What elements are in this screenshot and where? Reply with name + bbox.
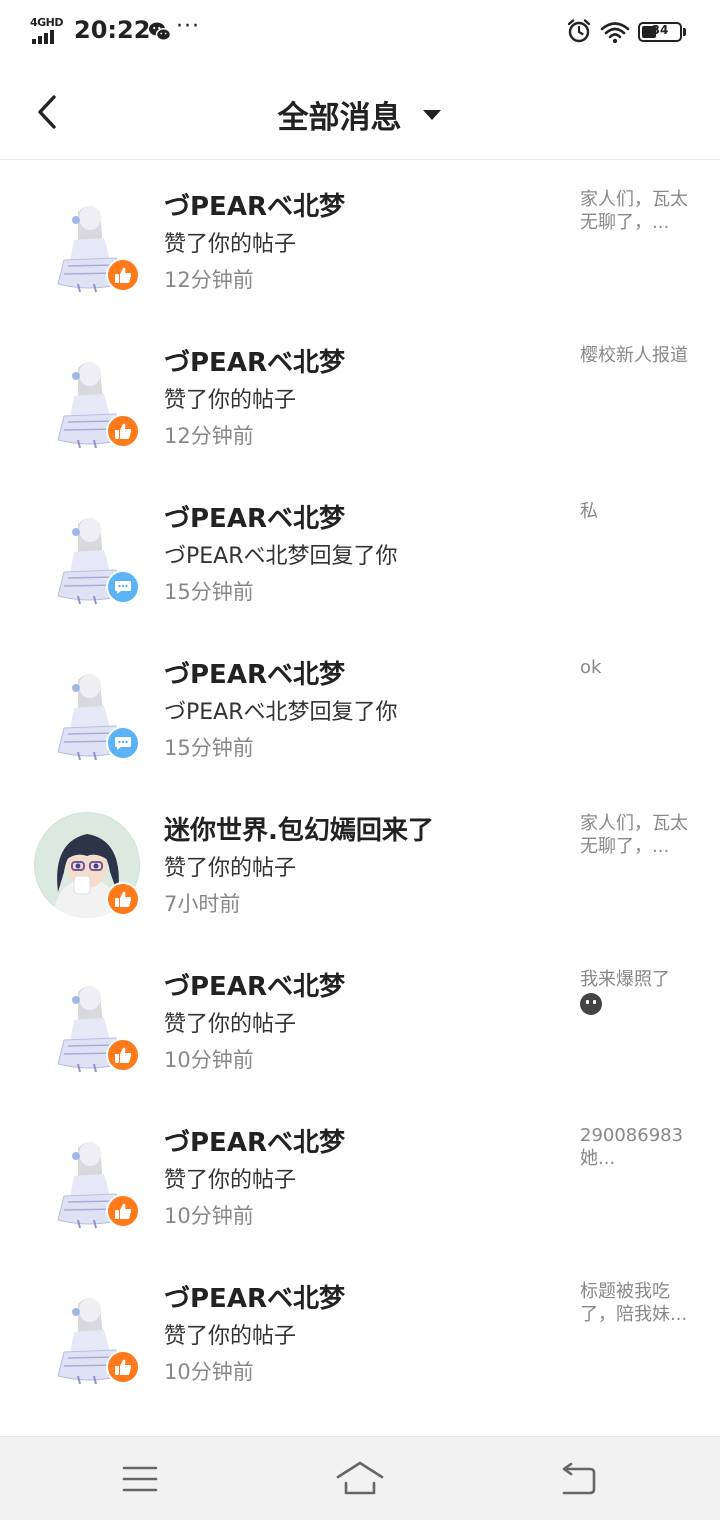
user-name[interactable]: づPEARベ北梦 <box>164 1278 345 1315</box>
like-badge-icon <box>106 414 140 448</box>
user-name[interactable]: 迷你世界.包幻嫣回来了 <box>164 810 434 847</box>
post-preview[interactable]: 290086983她... <box>580 1124 688 1170</box>
message-list: づPEARベ北梦 赞了你的帖子 12分钟前 家人们，瓦太无聊了，... づPEARベ北梦… <box>0 160 720 1408</box>
post-preview[interactable]: ok <box>580 656 688 679</box>
message-row[interactable]: づPEARベ北梦赞了你的帖子 10分钟前 290086983她... <box>0 1096 720 1252</box>
status-time: 20:22 <box>74 16 151 44</box>
message-filter-dropdown[interactable]: 全部消息 <box>0 92 720 137</box>
user-name[interactable]: づPEARベ北梦 <box>164 1122 345 1159</box>
message-row[interactable]: づPEARベ北梦づPEARベ北梦回复了你 15分钟前 ok <box>0 628 720 784</box>
message-action: 赞了你的帖子 <box>164 1324 297 1349</box>
message-time: 15分钟前 <box>164 736 254 760</box>
message-time: 10分钟前 <box>164 1204 254 1228</box>
message-row[interactable]: づPEARベ北梦赞了你的帖子 12分钟前 家人们，瓦太无聊了，... <box>0 160 720 316</box>
menu-icon[interactable] <box>122 1463 158 1495</box>
post-preview-text: 私 <box>580 501 598 522</box>
like-badge-icon <box>106 882 140 916</box>
comment-badge-icon <box>106 726 140 760</box>
message-time: 7小时前 <box>164 892 241 916</box>
more-notifications-icon: ··· <box>176 14 200 39</box>
battery-icon: 34 <box>638 22 686 42</box>
caret-down-icon <box>422 109 441 120</box>
home-icon[interactable] <box>334 1457 386 1501</box>
battery-level: 34 <box>651 23 669 37</box>
back-icon[interactable] <box>558 1461 598 1497</box>
post-preview[interactable]: 标题被我吃了，陪我妹... <box>580 1280 688 1326</box>
system-navigation-bar <box>0 1436 720 1520</box>
post-preview-text: ok <box>580 657 602 678</box>
message-action: づPEARベ北梦回复了你 <box>164 700 398 725</box>
message-action: 赞了你的帖子 <box>164 1012 297 1037</box>
signal-icon: 4GHD <box>30 16 66 44</box>
post-preview[interactable]: 家人们，瓦太无聊了，... <box>580 188 688 234</box>
message-action: づPEARベ北梦回复了你 <box>164 544 398 569</box>
message-time: 10分钟前 <box>164 1360 254 1384</box>
post-preview-text: 家人们，瓦太无聊了，... <box>580 813 688 857</box>
top-app-bar: 全部消息 <box>0 64 720 160</box>
user-name[interactable]: づPEARベ北梦 <box>164 498 345 535</box>
like-badge-icon <box>106 1350 140 1384</box>
message-row[interactable]: 迷你世界.包幻嫣回来了赞了你的帖子 7小时前 家人们，瓦太无聊了，... <box>0 784 720 940</box>
message-row[interactable]: づPEARベ北梦赞了你的帖子 12分钟前 樱校新人报道 <box>0 316 720 472</box>
post-preview-text: 标题被我吃了，陪我妹... <box>580 1281 688 1325</box>
post-preview-text: 家人们，瓦太无聊了，... <box>580 189 688 233</box>
message-row[interactable]: づPEARベ北梦づPEARベ北梦回复了你 15分钟前 私 <box>0 472 720 628</box>
message-row[interactable]: づPEARベ北梦赞了你的帖子 10分钟前 标题被我吃了，陪我妹... <box>0 1252 720 1408</box>
message-action: 赞了你的帖子 <box>164 388 297 413</box>
user-name[interactable]: づPEARベ北梦 <box>164 342 345 379</box>
post-preview-text: 樱校新人报道 <box>580 345 688 366</box>
message-action: 赞了你的帖子 <box>164 232 297 257</box>
user-name[interactable]: づPEARベ北梦 <box>164 966 345 1003</box>
post-preview[interactable]: 樱校新人报道 <box>580 344 688 367</box>
message-time: 10分钟前 <box>164 1048 254 1072</box>
post-preview[interactable]: 私 <box>580 500 688 523</box>
post-preview-text: 我来爆照了 <box>580 969 670 990</box>
message-time: 15分钟前 <box>164 580 254 604</box>
post-preview[interactable]: 我来爆照了 <box>580 968 688 1015</box>
message-time: 12分钟前 <box>164 268 254 292</box>
user-name[interactable]: づPEARベ北梦 <box>164 186 345 223</box>
message-time: 12分钟前 <box>164 424 254 448</box>
like-badge-icon <box>106 1194 140 1228</box>
message-row[interactable]: づPEARベ北梦赞了你的帖子 10分钟前 我来爆照了 <box>0 940 720 1096</box>
status-bar: 4GHD 20:22 ··· 34 <box>0 0 720 64</box>
page-title: 全部消息 <box>277 100 402 136</box>
message-action: 赞了你的帖子 <box>164 1168 297 1193</box>
emoji-icon <box>580 993 602 1015</box>
user-name[interactable]: づPEARベ北梦 <box>164 654 345 691</box>
comment-badge-icon <box>106 570 140 604</box>
message-action: 赞了你的帖子 <box>164 856 297 881</box>
like-badge-icon <box>106 258 140 292</box>
wechat-icon <box>149 22 172 42</box>
like-badge-icon <box>106 1038 140 1072</box>
network-type: 4GHD <box>30 16 64 29</box>
post-preview-text: 290086983她... <box>580 1125 684 1169</box>
wifi-icon <box>600 22 630 44</box>
alarm-icon <box>567 19 591 43</box>
post-preview[interactable]: 家人们，瓦太无聊了，... <box>580 812 688 858</box>
